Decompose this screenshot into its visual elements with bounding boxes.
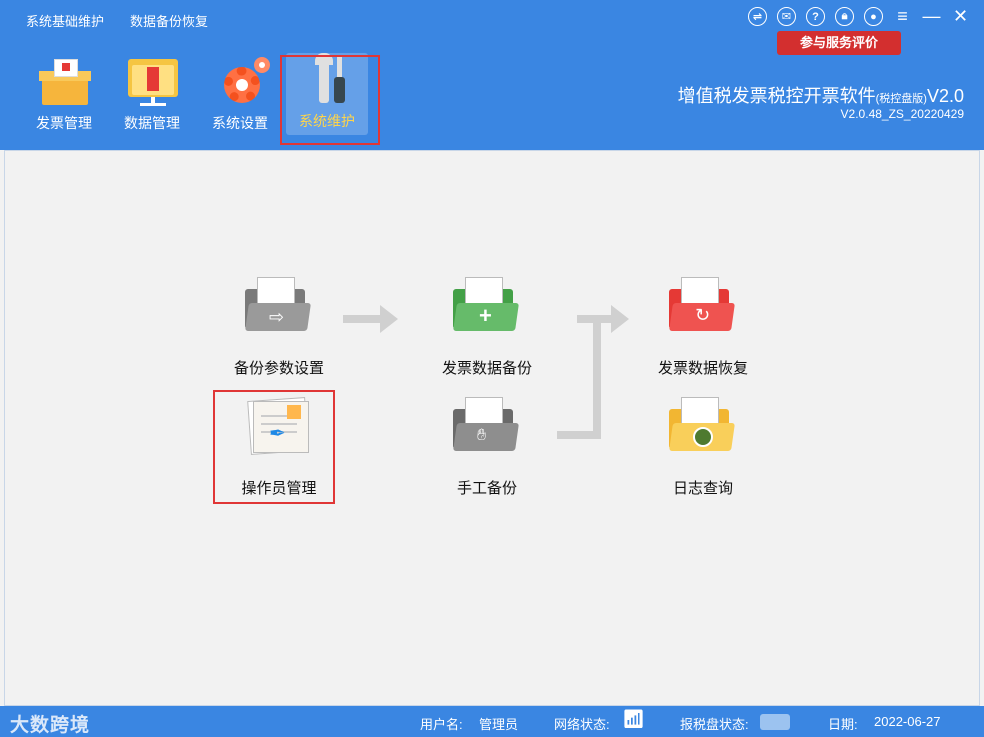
flow-connector <box>557 431 601 439</box>
main-panel: ⇨ 备份参数设置 + 发票数据备份 ↻ 发票数据恢复 ✒ 操作员管理 ✋︎ 手工… <box>4 150 980 706</box>
folder-export-icon: ⇨ <box>239 273 319 343</box>
flow-connector <box>593 315 601 437</box>
invoice-data-restore-label: 发票数据恢复 <box>657 360 748 377</box>
help-icon[interactable]: ? <box>806 7 825 26</box>
nav-data-management[interactable]: 数据管理 <box>110 55 194 135</box>
minimize-icon[interactable]: — <box>922 6 941 26</box>
flow-arrow-head <box>380 305 398 333</box>
invoice-data-restore[interactable]: ↻ 发票数据恢复 <box>633 273 773 378</box>
nav-invoice-management[interactable]: 发票管理 <box>22 55 106 135</box>
nav-label: 发票管理 <box>36 115 92 131</box>
invoice-data-backup[interactable]: + 发票数据备份 <box>417 273 557 378</box>
service-evaluation-button[interactable]: 参与服务评价 <box>777 31 901 55</box>
invoice-data-backup-label: 发票数据备份 <box>441 360 532 377</box>
backup-settings-label: 备份参数设置 <box>233 360 324 377</box>
user-label: 用户名: <box>420 717 463 732</box>
app-version: V2.0.48_ZS_20220429 <box>840 107 964 121</box>
highlight-box <box>280 55 380 145</box>
folder-add-icon: + <box>447 273 527 343</box>
manual-backup-label: 手工备份 <box>456 480 517 497</box>
nav-label: 系统设置 <box>212 115 268 131</box>
user-value: 管理员 <box>479 717 519 732</box>
gear-icon <box>210 55 270 107</box>
app-title: 增值税发票税控开票软件(税控盘版)V2.0 <box>677 86 964 106</box>
menu-icon[interactable]: ≡ <box>893 6 912 26</box>
folder-restore-icon: ↻ <box>663 273 743 343</box>
menu-system-maintenance[interactable]: 系统基础维护 <box>26 11 104 30</box>
title-bar: 系统基础维护 数据备份恢复 ⇌ ✉ ? 🔒︎ ● ≡ — ✕ 参与服务评价 发票… <box>0 0 984 150</box>
network-label: 网络状态: <box>554 717 610 732</box>
folder-hand-icon: ✋︎ <box>447 393 527 463</box>
nav-label: 数据管理 <box>124 115 180 131</box>
feedback-icon[interactable]: ✉ <box>777 7 796 26</box>
sync-icon[interactable]: ⇌ <box>748 7 767 26</box>
nav-system-settings[interactable]: 系统设置 <box>198 55 282 135</box>
close-icon[interactable]: ✕ <box>951 6 970 26</box>
manual-backup[interactable]: ✋︎ 手工备份 <box>417 393 557 498</box>
tax-disk-icon <box>760 714 790 730</box>
flow-arrow <box>343 315 383 323</box>
log-query[interactable]: 日志查询 <box>633 393 773 498</box>
highlight-box <box>213 390 335 504</box>
disk-label: 报税盘状态: <box>680 717 749 732</box>
window-controls: ⇌ ✉ ? 🔒︎ ● ≡ — ✕ <box>748 6 970 26</box>
backup-settings[interactable]: ⇨ 备份参数设置 <box>209 273 349 378</box>
flow-arrow-head <box>611 305 629 333</box>
wifi-icon: 📶︎ <box>622 709 645 729</box>
folder-clock-icon <box>663 393 743 463</box>
data-folder-icon <box>122 55 182 107</box>
user-icon[interactable]: ● <box>864 7 883 26</box>
status-bar: 大数跨境 用户名: 管理员 网络状态: 📶︎ 报税盘状态: 日期: 2022-0… <box>0 706 984 737</box>
invoice-box-icon <box>34 55 94 107</box>
lock-icon[interactable]: 🔒︎ <box>835 7 854 26</box>
date-value: 2022-06-27 <box>874 714 941 729</box>
brand-logo: 大数跨境 <box>10 715 91 736</box>
date-label: 日期: <box>828 717 858 732</box>
menu-data-backup[interactable]: 数据备份恢复 <box>130 11 208 30</box>
log-query-label: 日志查询 <box>672 480 733 497</box>
